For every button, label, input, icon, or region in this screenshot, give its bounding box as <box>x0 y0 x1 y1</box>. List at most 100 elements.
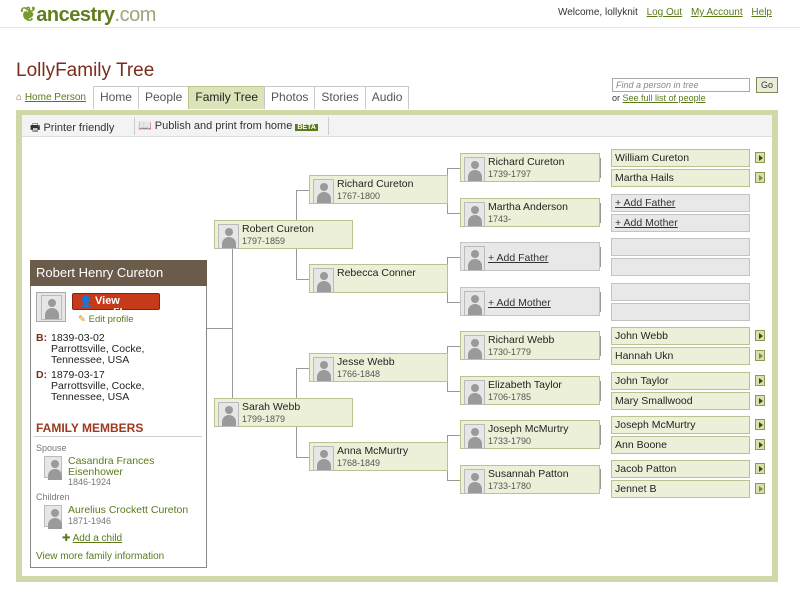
tab-stories[interactable]: Stories <box>314 86 366 109</box>
tab-photos[interactable]: Photos <box>264 86 316 109</box>
connector-line <box>447 346 460 347</box>
tab-audio[interactable]: Audio <box>364 86 410 109</box>
add-mother-card[interactable]: + Add Mother <box>460 287 600 316</box>
divider <box>34 436 202 437</box>
connector-line <box>296 279 310 280</box>
person-silhouette-icon <box>464 157 485 182</box>
connector-line <box>296 457 310 458</box>
my-account-link[interactable]: My Account <box>691 7 743 18</box>
spouse-photo <box>44 456 62 480</box>
expand-arrow-icon[interactable] <box>755 419 765 430</box>
add-father-card[interactable]: + Add Father <box>460 242 600 271</box>
person-silhouette-icon <box>464 246 485 271</box>
tab-home[interactable]: Home <box>92 86 139 109</box>
person-card[interactable]: Jesse Webb 1766-1848 <box>309 353 448 382</box>
person-card[interactable]: Richard Cureton 1767-1800 <box>309 175 448 204</box>
full-list-link[interactable]: See full list of people <box>623 93 706 103</box>
spouse-dates: 1846-1924 <box>68 477 112 487</box>
expand-arrow-icon[interactable] <box>755 395 765 406</box>
profile-name: Robert Henry Cureton <box>30 260 207 286</box>
tree-toolbar: 🖶 Printer friendly 📖 Publish and print f… <box>22 115 772 137</box>
help-link[interactable]: Help <box>751 7 772 18</box>
printer-friendly-button[interactable]: 🖶 Printer friendly <box>30 119 114 138</box>
children-label: Children <box>36 492 70 502</box>
spouse-link[interactable]: Casandra Frances Eisenhower <box>68 456 198 478</box>
ancestor-card[interactable]: Joseph McMurtry <box>611 416 750 434</box>
ancestor-card[interactable]: Jacob Patton <box>611 460 750 478</box>
person-silhouette-icon <box>464 424 485 449</box>
house-icon: ⌂ <box>16 92 23 103</box>
expand-arrow-icon[interactable] <box>755 375 765 386</box>
add-child-link[interactable]: ✚ Add a child <box>62 533 122 544</box>
person-silhouette-icon <box>218 224 239 249</box>
ancestor-card[interactable]: Mary Smallwood <box>611 392 750 410</box>
toolbar-divider <box>328 117 329 135</box>
person-card[interactable]: Rebecca Conner <box>309 264 448 293</box>
ancestry-logo[interactable]: ❦ancestry.com <box>20 2 156 27</box>
expand-arrow-icon[interactable] <box>755 172 765 183</box>
ancestor-card[interactable]: John Webb <box>611 327 750 345</box>
ancestor-card[interactable]: Jennet B <box>611 480 750 498</box>
connector-line <box>600 381 601 401</box>
person-silhouette-icon <box>41 295 62 320</box>
tab-family-tree[interactable]: Family Tree <box>188 86 266 109</box>
tab-bar: ⌂ Home Person Home People Family Tree Ph… <box>16 86 410 110</box>
expand-arrow-icon[interactable] <box>755 152 765 163</box>
person-silhouette-icon <box>313 179 334 204</box>
home-person-link[interactable]: ⌂ Home Person <box>16 86 94 109</box>
pencil-icon: ✎ <box>78 314 86 325</box>
connector-line <box>232 235 233 413</box>
person-silhouette-icon <box>313 268 334 293</box>
go-button[interactable]: Go <box>756 77 778 93</box>
person-card[interactable]: Robert Cureton 1797-1859 <box>214 220 353 249</box>
person-silhouette-icon <box>464 202 485 227</box>
person-card[interactable]: Sarah Webb 1799-1879 <box>214 398 353 427</box>
view-profile-button[interactable]: 👤 View profile <box>72 293 160 319</box>
leaf-icon: ❦ <box>20 4 37 26</box>
person-silhouette-icon <box>218 402 239 427</box>
person-card[interactable]: Richard Cureton 1739-1797 <box>460 153 600 182</box>
view-more-family-link[interactable]: View more family information <box>36 551 164 562</box>
child-dates: 1871-1946 <box>68 516 112 526</box>
person-silhouette-icon <box>313 357 334 382</box>
person-card[interactable]: Martha Anderson 1743- <box>460 198 600 227</box>
connector-line <box>600 158 601 178</box>
expand-arrow-icon[interactable] <box>755 330 765 341</box>
empty-ancestor-slot <box>611 283 750 301</box>
person-card[interactable]: Anna McMurtry 1768-1849 <box>309 442 448 471</box>
ancestor-card[interactable]: John Taylor <box>611 372 750 390</box>
person-silhouette-icon <box>313 446 334 471</box>
logout-link[interactable]: Log Out <box>647 7 683 18</box>
death-info: D: <box>36 369 48 381</box>
person-icon: 👤 <box>79 296 93 308</box>
add-mother-card[interactable]: + Add Mother <box>611 214 750 232</box>
edit-profile-link[interactable]: ✎ Edit profile <box>78 314 134 325</box>
ancestor-card[interactable]: Ann Boone <box>611 436 750 454</box>
connector-line <box>600 203 601 223</box>
person-card[interactable]: Richard Webb 1730-1779 <box>460 331 600 360</box>
person-card[interactable]: Elizabeth Taylor 1706-1785 <box>460 376 600 405</box>
profile-photo[interactable] <box>36 292 66 322</box>
person-card[interactable]: Joseph McMurtry 1733-1790 <box>460 420 600 449</box>
connector-line <box>447 302 460 303</box>
ancestor-card[interactable]: Hannah Ukn <box>611 347 750 365</box>
tab-people[interactable]: People <box>137 86 190 109</box>
expand-arrow-icon[interactable] <box>755 350 765 361</box>
expand-arrow-icon[interactable] <box>755 439 765 450</box>
publish-button[interactable]: 📖 Publish and print from home BETA <box>138 119 318 132</box>
ancestor-card[interactable]: William Cureton <box>611 149 750 167</box>
child-link[interactable]: Aurelius Crockett Cureton <box>68 505 188 516</box>
connector-line <box>296 368 310 369</box>
expand-arrow-icon[interactable] <box>755 463 765 474</box>
connector-line <box>447 168 460 169</box>
expand-arrow-icon[interactable] <box>755 483 765 494</box>
person-card[interactable]: Susannah Patton 1733-1780 <box>460 465 600 494</box>
death-details: 1879-03-17 Parrottsville, Cocke, Tenness… <box>51 369 145 403</box>
ancestor-card[interactable]: Martha Hails <box>611 169 750 187</box>
find-person-input[interactable]: Find a person in tree <box>612 78 750 92</box>
printer-icon: 🖶 <box>30 122 41 134</box>
welcome-text: Welcome, lollyknit <box>557 7 638 18</box>
birth-details: 1839-03-02 Parrottsville, Cocke, Tenness… <box>51 332 145 366</box>
connector-line <box>600 247 601 267</box>
add-father-card[interactable]: + Add Father <box>611 194 750 212</box>
